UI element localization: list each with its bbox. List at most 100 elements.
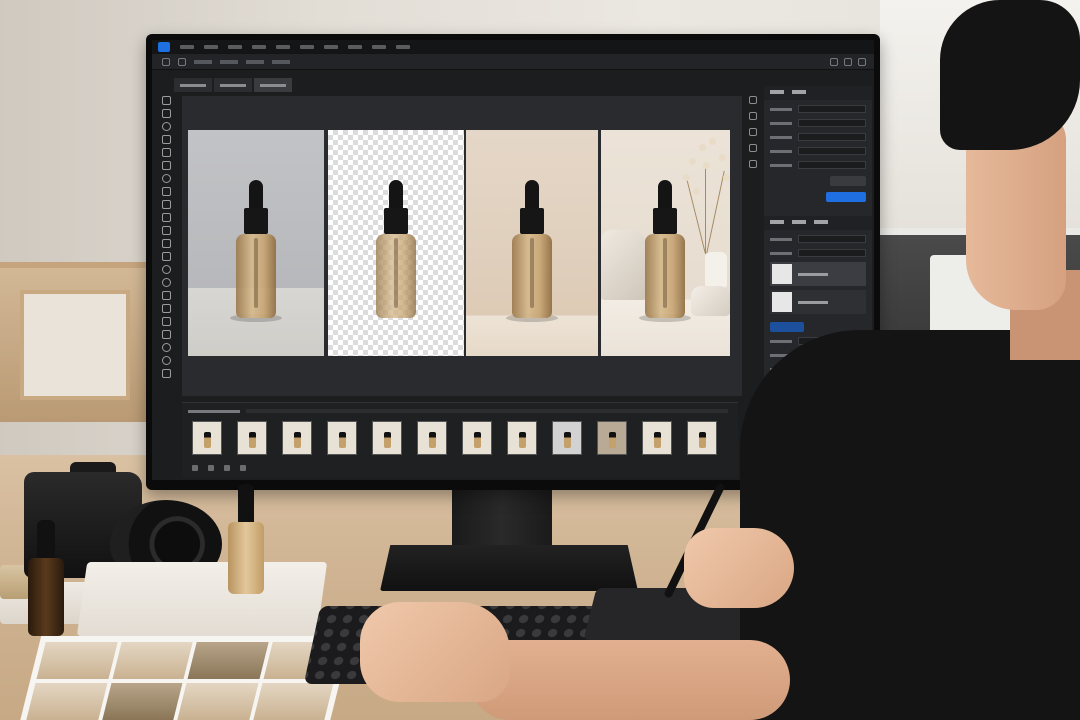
dodge-tool-icon[interactable] — [161, 278, 171, 287]
property-field[interactable] — [798, 119, 866, 127]
prev-icon[interactable] — [192, 465, 198, 471]
tab-channels[interactable] — [792, 220, 806, 224]
filmstrip-scrollbar[interactable] — [246, 409, 728, 413]
menu-item-type[interactable] — [276, 45, 290, 49]
workspace-icon[interactable] — [844, 57, 852, 66]
canvas-panel-styled[interactable] — [601, 130, 730, 356]
canvas-panel-grey[interactable] — [188, 130, 324, 356]
filmstrip-thumbnail[interactable] — [507, 421, 537, 455]
tab-adjustments[interactable] — [792, 90, 806, 94]
menu-item-edit[interactable] — [204, 45, 218, 49]
brush-tool-icon[interactable] — [161, 200, 171, 209]
move-tool-icon[interactable] — [161, 96, 171, 105]
primary-button[interactable] — [826, 192, 866, 202]
artboard-comparison[interactable] — [188, 130, 730, 356]
play-icon[interactable] — [208, 465, 214, 471]
tab-document-3[interactable] — [254, 78, 292, 92]
property-field[interactable] — [798, 105, 866, 113]
layer-item[interactable] — [770, 290, 866, 314]
opacity-field[interactable] — [798, 249, 866, 257]
hand-tool-icon[interactable] — [161, 343, 171, 352]
property-field[interactable] — [798, 147, 866, 155]
option-field[interactable] — [272, 59, 290, 64]
tab-paths[interactable] — [814, 220, 828, 224]
property-field[interactable] — [798, 161, 866, 169]
dropper-cap — [249, 180, 263, 210]
foreground-color-icon[interactable] — [161, 369, 171, 378]
color-icon[interactable] — [749, 160, 757, 168]
filmstrip-thumbnail[interactable] — [327, 421, 357, 455]
thumbnail-bottle — [474, 432, 481, 448]
menu-item-filter[interactable] — [324, 45, 338, 49]
filmstrip-thumbnail[interactable] — [237, 421, 267, 455]
quick-select-tool-icon[interactable] — [161, 135, 171, 144]
pen-tool-icon[interactable] — [161, 291, 171, 300]
filmstrip-thumbnail[interactable] — [417, 421, 447, 455]
dropper-collar — [384, 208, 408, 234]
tab-properties[interactable] — [770, 90, 784, 94]
menu-item-image[interactable] — [228, 45, 242, 49]
property-label — [770, 339, 792, 343]
gradient-tool-icon[interactable] — [161, 252, 171, 261]
zoom-tool-icon[interactable] — [161, 356, 171, 365]
frame-tool-icon[interactable] — [161, 161, 171, 170]
next-icon[interactable] — [224, 465, 230, 471]
app-logo-icon[interactable] — [158, 42, 170, 52]
shape-tool-icon[interactable] — [161, 330, 171, 339]
crop-tool-icon[interactable] — [161, 148, 171, 157]
option-field[interactable] — [246, 59, 264, 64]
marquee-tool-icon[interactable] — [161, 109, 171, 118]
lock-label — [770, 251, 792, 255]
filmstrip-thumbnail[interactable] — [462, 421, 492, 455]
menu-bar — [152, 40, 874, 54]
adjustments-icon[interactable] — [749, 128, 757, 136]
menu-item-layer[interactable] — [252, 45, 266, 49]
filmstrip-thumbnail[interactable] — [642, 421, 672, 455]
filmstrip-thumbnail[interactable] — [597, 421, 627, 455]
type-tool-icon[interactable] — [161, 304, 171, 313]
history-brush-icon[interactable] — [161, 226, 171, 235]
loop-icon[interactable] — [240, 465, 246, 471]
thumbnail-bottle — [429, 432, 436, 448]
path-select-icon[interactable] — [161, 317, 171, 326]
menu-item-view[interactable] — [372, 45, 386, 49]
property-row — [770, 118, 866, 128]
option-field[interactable] — [194, 59, 212, 64]
section-header-chip[interactable] — [770, 322, 804, 332]
filter-label — [770, 237, 792, 241]
healing-brush-icon[interactable] — [161, 187, 171, 196]
lasso-tool-icon[interactable] — [161, 122, 171, 131]
share-icon[interactable] — [858, 57, 866, 66]
menu-item-select[interactable] — [300, 45, 314, 49]
menu-item-file[interactable] — [180, 45, 194, 49]
eyedropper-tool-icon[interactable] — [161, 174, 171, 183]
libraries-icon[interactable] — [749, 144, 757, 152]
filmstrip-panel — [182, 402, 738, 478]
option-field[interactable] — [220, 59, 238, 64]
tool-preset-icon[interactable] — [178, 57, 186, 66]
filmstrip-thumbnail[interactable] — [192, 421, 222, 455]
eraser-tool-icon[interactable] — [161, 239, 171, 248]
filmstrip-thumbnail[interactable] — [282, 421, 312, 455]
canvas-panel-beige[interactable] — [466, 130, 598, 356]
secondary-button[interactable] — [830, 176, 866, 186]
tab-layers[interactable] — [770, 220, 784, 224]
tab-document-2[interactable] — [214, 78, 252, 92]
home-icon[interactable] — [162, 57, 170, 66]
tab-document-1[interactable] — [174, 78, 212, 92]
stamp-tool-icon[interactable] — [161, 213, 171, 222]
menu-item-3d[interactable] — [348, 45, 362, 49]
layer-item[interactable] — [770, 262, 866, 286]
blur-tool-icon[interactable] — [161, 265, 171, 274]
property-label — [770, 149, 792, 153]
properties-icon[interactable] — [749, 112, 757, 120]
filmstrip-thumbnail[interactable] — [552, 421, 582, 455]
filmstrip-thumbnail[interactable] — [687, 421, 717, 455]
canvas-panel-transparent[interactable] — [328, 130, 464, 356]
filmstrip-thumbnail[interactable] — [372, 421, 402, 455]
history-icon[interactable] — [749, 96, 757, 104]
menu-item-window[interactable] — [396, 45, 410, 49]
search-icon[interactable] — [830, 57, 838, 66]
property-field[interactable] — [798, 133, 866, 141]
blend-mode-select[interactable] — [798, 235, 866, 243]
